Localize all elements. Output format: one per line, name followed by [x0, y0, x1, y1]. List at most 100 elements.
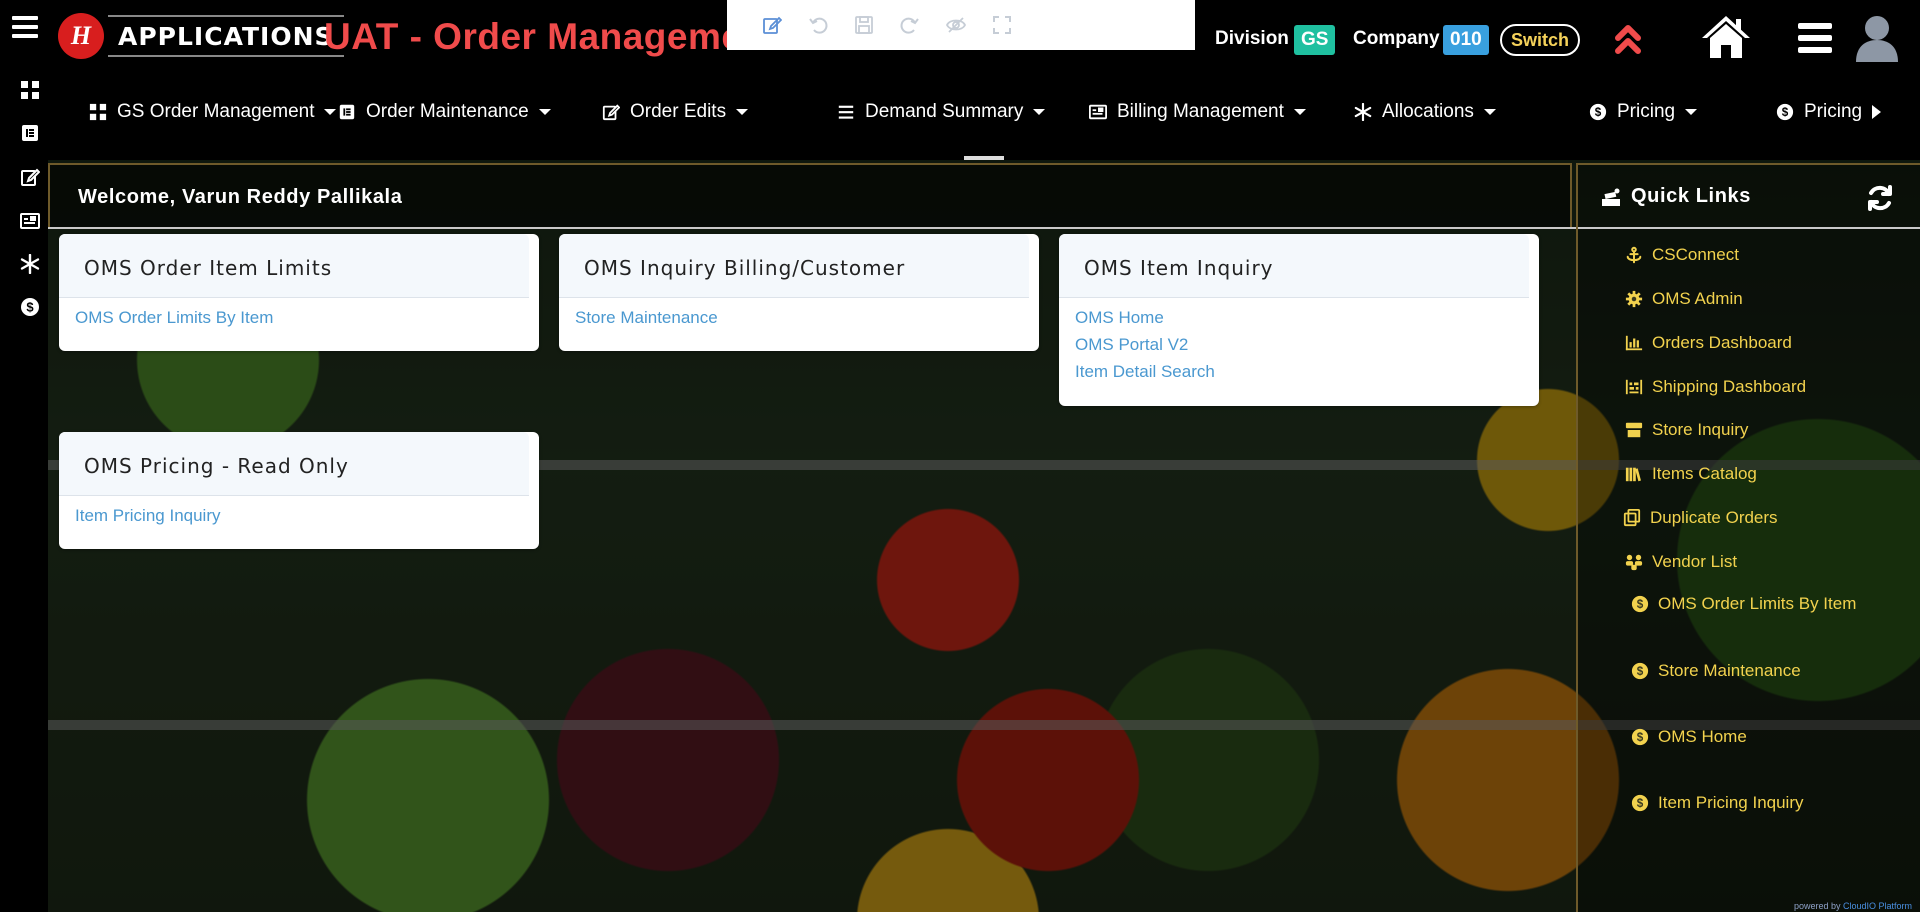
svg-text:$: $	[1637, 797, 1644, 810]
undo-icon[interactable]	[807, 14, 829, 36]
nav-order-edits[interactable]: Order Edits	[601, 78, 749, 146]
nav-billing-management[interactable]: Billing Management	[1088, 78, 1306, 146]
caret-down-icon	[538, 109, 551, 115]
dollar-icon[interactable]: $	[18, 295, 42, 319]
quick-link-label: Orders Dashboard	[1652, 333, 1792, 352]
barcode-icon	[1624, 377, 1644, 397]
nav-order-maintenance[interactable]: Order Maintenance	[337, 78, 551, 146]
dollar-icon: $	[1630, 727, 1650, 747]
welcome-message: Welcome, Varun Reddy Pallikala	[78, 186, 403, 208]
quick-link-vendor-list[interactable]: Vendor List	[1624, 552, 1737, 572]
quick-link-csconnect[interactable]: CSConnect	[1624, 245, 1739, 265]
save-icon[interactable]	[853, 14, 875, 36]
quick-link-store-maintenance[interactable]: $ Store Maintenance	[1630, 661, 1801, 681]
nav-label: Pricing	[1617, 101, 1676, 122]
dollar-icon: $	[1630, 594, 1650, 614]
quick-link-label: OMS Home	[1658, 727, 1747, 746]
nav-pricing[interactable]: $ Pricing	[1588, 78, 1698, 146]
nav-demand-summary[interactable]: Demand Summary	[836, 78, 1046, 146]
quick-link-oms-admin[interactable]: OMS Admin	[1624, 289, 1743, 309]
anchor-icon	[1624, 245, 1644, 265]
link-oms-order-limits-by-item[interactable]: OMS Order Limits By Item	[75, 304, 539, 331]
grid-icon[interactable]	[18, 78, 42, 102]
powered-by-footer: powered by CloudIO Platform	[1794, 901, 1912, 911]
quick-link-duplicate-orders[interactable]: Duplicate Orders	[1622, 508, 1778, 528]
document-icon[interactable]	[18, 121, 42, 145]
quick-link-label: OMS Order Limits By Item	[1658, 594, 1857, 613]
double-chevron-up-icon[interactable]	[1613, 22, 1643, 56]
quick-links-header: Quick Links	[1600, 185, 1751, 208]
caret-down-icon	[1033, 109, 1046, 115]
nav-allocations[interactable]: Allocations	[1353, 78, 1496, 146]
menu-icon[interactable]	[1795, 18, 1835, 58]
switch-button[interactable]: Switch	[1500, 24, 1581, 56]
link-item-pricing-inquiry[interactable]: Item Pricing Inquiry	[75, 502, 539, 529]
asterisk-icon	[1353, 102, 1373, 122]
editor-toolbar	[727, 0, 1195, 50]
quick-link-store-inquiry[interactable]: Store Inquiry	[1624, 420, 1748, 440]
nav-label: Order Maintenance	[366, 101, 529, 122]
nav-label: Order Edits	[630, 101, 727, 122]
card-oms-order-item-limits: OMS Order Item Limits OMS Order Limits B…	[59, 234, 539, 351]
home-icon[interactable]	[1701, 14, 1751, 60]
link-oms-portal-v2[interactable]: OMS Portal V2	[1075, 331, 1539, 358]
card-title: OMS Order Item Limits	[84, 256, 333, 280]
user-avatar-icon[interactable]	[1854, 12, 1900, 62]
hamburger-menu-icon[interactable]	[12, 16, 38, 38]
dollar-icon: $	[1630, 661, 1650, 681]
fullscreen-icon[interactable]	[991, 14, 1013, 36]
gear-icon	[1624, 289, 1644, 309]
redo-icon[interactable]	[899, 14, 921, 36]
card-oms-item-inquiry: OMS Item Inquiry OMS Home OMS Portal V2 …	[1059, 234, 1539, 406]
quick-link-label: Shipping Dashboard	[1652, 377, 1807, 396]
nav-pricing-submenu[interactable]: $ Pricing	[1775, 78, 1882, 146]
edit-icon[interactable]	[761, 14, 783, 36]
list-icon	[836, 102, 856, 122]
svg-text:$: $	[1637, 598, 1644, 611]
left-rail: $	[0, 0, 48, 912]
caret-right-icon	[1872, 105, 1882, 119]
quick-link-oms-home[interactable]: $ OMS Home	[1630, 727, 1747, 747]
quick-link-orders-dashboard[interactable]: Orders Dashboard	[1624, 333, 1792, 353]
footer-prefix: powered by	[1793, 901, 1843, 911]
quick-link-shipping-dashboard[interactable]: Shipping Dashboard	[1624, 377, 1806, 397]
card-title: OMS Pricing - Read Only	[84, 454, 349, 478]
refresh-icon[interactable]	[1865, 183, 1895, 213]
nav-label: Demand Summary	[865, 101, 1024, 122]
link-store-maintenance[interactable]: Store Maintenance	[575, 304, 1039, 331]
card-title: OMS Item Inquiry	[1084, 256, 1274, 280]
main-nav: GS Order Management Order Maintenance Or…	[48, 78, 1920, 160]
asterisk-icon[interactable]	[18, 252, 42, 276]
hide-icon[interactable]	[945, 14, 967, 36]
card-title: OMS Inquiry Billing/Customer	[584, 256, 906, 280]
svg-text:$: $	[1637, 665, 1644, 678]
id-card-icon[interactable]	[18, 209, 42, 233]
link-item-detail-search[interactable]: Item Detail Search	[1075, 358, 1539, 385]
quick-link-oms-order-limits-by-item[interactable]: $ OMS Order Limits By Item	[1630, 594, 1856, 614]
dollar-icon: $	[1588, 102, 1608, 122]
store-icon	[1624, 420, 1644, 440]
nav-gs-order-management[interactable]: GS Order Management	[88, 78, 337, 146]
caret-down-icon	[736, 109, 749, 115]
footer-brand-link[interactable]: CloudIO Platform	[1843, 901, 1912, 911]
quick-links-panel: Quick Links CSConnect OMS Admin Orders D…	[1576, 163, 1920, 912]
quick-link-label: Item Pricing Inquiry	[1658, 793, 1804, 812]
edit-icon[interactable]	[18, 165, 42, 189]
quick-link-label: Store Inquiry	[1652, 420, 1749, 439]
card-header: OMS Item Inquiry	[1059, 234, 1529, 298]
edit-icon	[601, 102, 621, 122]
division-badge: GS	[1294, 25, 1336, 55]
quick-links-title: Quick Links	[1631, 185, 1751, 207]
boxes-icon	[1600, 186, 1622, 208]
quick-link-label: Store Maintenance	[1658, 661, 1801, 680]
app-logo[interactable]: H APPLICATIONS	[58, 10, 344, 62]
link-oms-home[interactable]: OMS Home	[1075, 304, 1539, 331]
people-icon	[1624, 552, 1644, 572]
grid-icon	[88, 102, 108, 122]
quick-link-items-catalog[interactable]: Items Catalog	[1624, 464, 1757, 484]
logo-text: APPLICATIONS	[108, 15, 344, 57]
quick-link-item-pricing-inquiry[interactable]: $ Item Pricing Inquiry	[1630, 793, 1804, 813]
nav-active-indicator	[964, 156, 1004, 160]
company-badge: 010	[1443, 25, 1489, 55]
card-header: OMS Order Item Limits	[59, 234, 529, 298]
